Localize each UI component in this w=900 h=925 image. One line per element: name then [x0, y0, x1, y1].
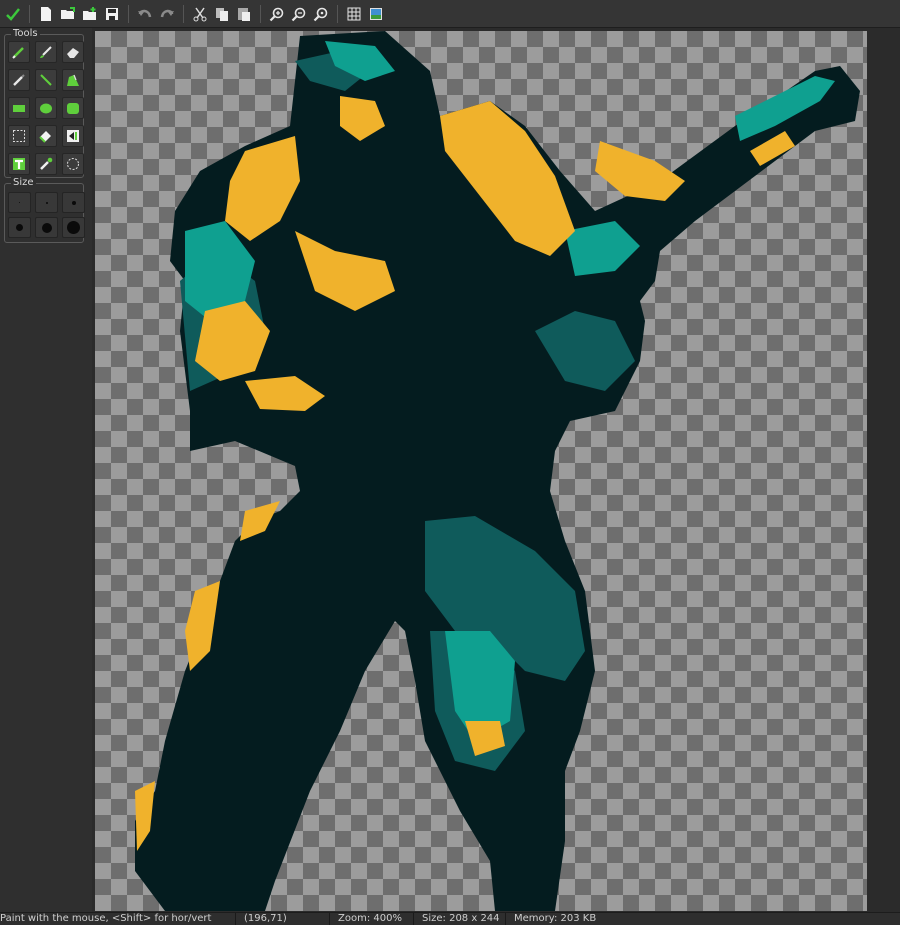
canvas-area: [92, 28, 900, 912]
line-tool[interactable]: [35, 69, 57, 91]
undo-button[interactable]: [134, 3, 156, 25]
size-dot-icon: [67, 221, 80, 234]
tools-title: Tools: [11, 28, 40, 39]
rectangle-icon: [13, 105, 25, 112]
size-option-5[interactable]: [35, 217, 58, 238]
zoom-out-button[interactable]: [288, 3, 310, 25]
size-group: Size: [4, 177, 85, 243]
redo-button[interactable]: [156, 3, 178, 25]
fill-icon: [67, 74, 79, 86]
lasso-icon: [67, 158, 79, 170]
size-dot-icon: [16, 224, 23, 231]
size-option-3[interactable]: [62, 192, 85, 213]
toolbar-separator: [337, 4, 338, 23]
eraser-icon: [67, 48, 79, 58]
pencil-icon: [12, 47, 24, 59]
size-dot-icon: [71, 200, 76, 205]
flip-tool[interactable]: [62, 125, 84, 147]
paste-button[interactable]: [233, 3, 255, 25]
copy-icon: [216, 7, 228, 21]
rectangle-tool[interactable]: [8, 97, 30, 119]
open-file-icon: [61, 6, 75, 19]
ellipse-tool[interactable]: [35, 97, 57, 119]
left-panel: Tools Size: [0, 28, 92, 912]
copy-button[interactable]: [211, 3, 233, 25]
status-image-size: Size: 208 x 244: [414, 913, 506, 925]
preview-button[interactable]: [365, 3, 387, 25]
drawing-canvas[interactable]: [95, 31, 867, 911]
open-recent-button[interactable]: [79, 3, 101, 25]
grid-button[interactable]: [343, 3, 365, 25]
dropper-tool[interactable]: [35, 153, 57, 175]
status-hint: Paint with the mouse, <Shift> for hor/ve…: [0, 913, 236, 925]
open-recent-icon: [83, 6, 96, 20]
brush-icon: [40, 46, 52, 58]
size-grid: [8, 192, 85, 238]
toolbar-separator: [183, 4, 184, 23]
toolbar: [0, 0, 900, 28]
size-option-4[interactable]: [8, 217, 31, 238]
size-dot-icon: [19, 202, 20, 203]
pixel-art-soldier: [135, 31, 860, 911]
status-zoom: Zoom: 400%: [330, 913, 414, 925]
redo-icon: [160, 9, 174, 17]
rounded-rectangle-tool[interactable]: [62, 97, 84, 119]
text-icon: [13, 158, 25, 170]
size-dot-icon: [45, 201, 48, 204]
zoom-reset-icon: [313, 7, 328, 21]
zoom-in-button[interactable]: [266, 3, 288, 25]
apply-button[interactable]: [2, 3, 24, 25]
save-button[interactable]: [101, 3, 123, 25]
fill-tool[interactable]: [62, 69, 84, 91]
zoom-in-icon: [269, 7, 284, 21]
toolbar-separator: [29, 4, 30, 23]
vertical-scroll-area[interactable]: [870, 28, 900, 912]
color-picker-tool[interactable]: [35, 125, 57, 147]
ellipse-icon: [40, 103, 52, 114]
tools-grid: [8, 41, 84, 175]
grid-icon: [347, 7, 361, 20]
pen-icon: [13, 74, 25, 86]
apply-icon: [6, 7, 20, 21]
color-picker-icon: [39, 131, 51, 143]
tools-group: Tools: [4, 28, 84, 178]
size-option-2[interactable]: [35, 192, 58, 213]
dropper-icon: [40, 157, 53, 170]
lasso-tool[interactable]: [62, 153, 84, 175]
zoom-out-icon: [291, 7, 306, 21]
preview-icon: [370, 7, 382, 20]
new-file-button[interactable]: [35, 3, 57, 25]
eraser-tool[interactable]: [62, 41, 84, 63]
pen-tool[interactable]: [8, 69, 30, 91]
size-option-6[interactable]: [62, 217, 85, 238]
new-file-icon: [41, 6, 51, 21]
zoom-reset-button[interactable]: [310, 3, 332, 25]
soldier-highlight-gold: [595, 141, 685, 201]
status-coordinates: (196,71): [236, 913, 330, 925]
status-memory: Memory: 203 KB: [514, 913, 597, 924]
text-tool[interactable]: [8, 153, 30, 175]
size-option-1[interactable]: [8, 192, 31, 213]
undo-icon: [138, 9, 152, 17]
line-icon: [40, 74, 52, 86]
toolbar-separator: [128, 4, 129, 23]
save-icon: [106, 7, 118, 20]
brush-tool[interactable]: [35, 41, 57, 63]
flip-icon: [67, 130, 79, 142]
cut-button[interactable]: [189, 3, 211, 25]
cut-icon: [193, 7, 207, 21]
size-dot-icon: [41, 222, 52, 233]
size-title: Size: [11, 177, 36, 188]
toolbar-separator: [260, 4, 261, 23]
select-icon: [13, 130, 25, 142]
select-tool[interactable]: [8, 125, 30, 147]
open-file-button[interactable]: [57, 3, 79, 25]
pencil-tool[interactable]: [8, 41, 30, 63]
status-bar: Paint with the mouse, <Shift> for hor/ve…: [0, 912, 900, 925]
paste-icon: [238, 7, 250, 21]
rounded-rectangle-icon: [67, 103, 79, 114]
